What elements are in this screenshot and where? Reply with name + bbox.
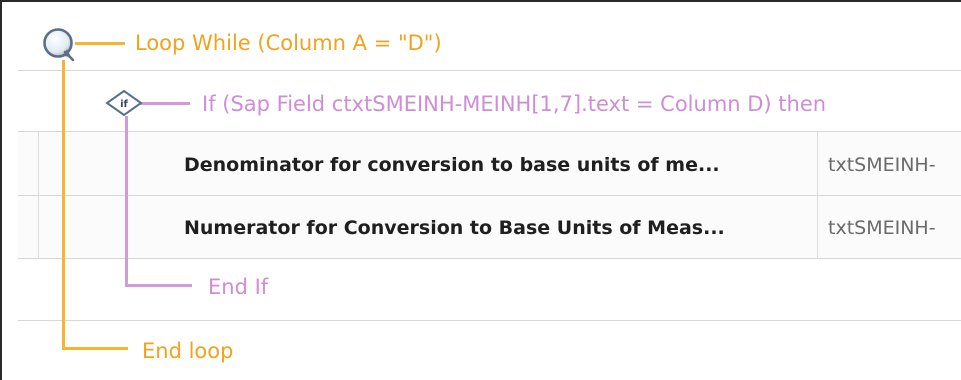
action-description-denominator: Denominator for conversion to base units… bbox=[184, 154, 720, 176]
loop-connector bbox=[75, 42, 125, 45]
action-field-numerator: txtSMEINH- bbox=[828, 217, 936, 239]
action-description-numerator: Numerator for Conversion to Base Units o… bbox=[184, 217, 725, 239]
end-loop-label: End loop bbox=[142, 339, 234, 363]
column-divider bbox=[38, 132, 39, 259]
end-if-connector bbox=[125, 284, 192, 287]
if-condition-label: If (Sap Field ctxtSMEINH-MEINH[1,7].text… bbox=[202, 92, 827, 116]
action-field-denominator: txtSMEINH- bbox=[828, 154, 936, 176]
end-loop-connector bbox=[62, 347, 128, 350]
if-icon-text: if bbox=[120, 99, 128, 110]
column-divider bbox=[817, 132, 818, 259]
loop-trunk-line bbox=[62, 60, 65, 350]
if-diamond-icon[interactable]: if bbox=[104, 89, 144, 117]
end-if-row[interactable] bbox=[18, 259, 961, 321]
end-if-label: End If bbox=[208, 275, 269, 299]
if-connector bbox=[140, 102, 190, 105]
loop-while-label: Loop While (Column A = "D") bbox=[135, 31, 442, 55]
if-trunk-line bbox=[125, 116, 128, 287]
loop-icon[interactable] bbox=[41, 26, 77, 62]
